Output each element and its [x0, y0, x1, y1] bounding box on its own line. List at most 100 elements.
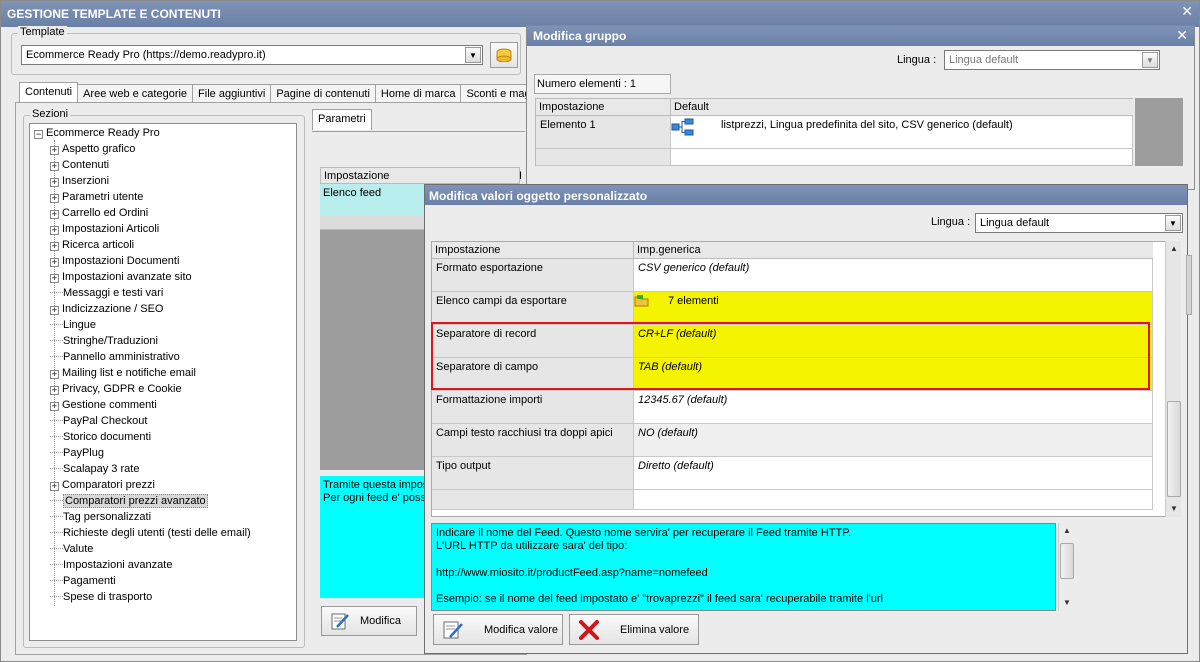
hierarchy-icon: [671, 118, 694, 136]
tree-item[interactable]: + Impostazioni Documenti: [50, 255, 179, 271]
custom-lingua-select[interactable]: Lingua default ▼: [975, 213, 1183, 233]
custom-grid-scrollbar[interactable]: ▲ ▼: [1165, 241, 1181, 517]
tree-item[interactable]: Spese di trasporto: [50, 591, 152, 607]
tree-item[interactable]: Storico documenti: [50, 431, 151, 447]
tree-item[interactable]: + Inserzioni: [50, 175, 109, 191]
expand-icon[interactable]: +: [50, 226, 59, 235]
modifica-button[interactable]: Modifica: [321, 606, 417, 636]
tree-item[interactable]: + Gestione commenti: [50, 399, 157, 415]
chevron-down-icon[interactable]: ▼: [1142, 52, 1158, 68]
tree-item[interactable]: PayPlug: [50, 447, 104, 463]
desc-scrollbar[interactable]: ▲ ▼: [1058, 523, 1074, 611]
property-value[interactable]: 12345.67 (default): [634, 391, 1153, 424]
template-select[interactable]: Ecommerce Ready Pro (https://demo.readyp…: [21, 45, 483, 65]
tree-item[interactable]: + Carrello ed Ordini: [50, 207, 148, 223]
modifica-valore-button[interactable]: Modifica valore: [433, 614, 563, 645]
group-title-bar: Modifica gruppo ✕: [527, 26, 1194, 46]
expand-icon[interactable]: +: [50, 178, 59, 187]
expand-icon[interactable]: +: [50, 242, 59, 251]
main-title-bar: GESTIONE TEMPLATE E CONTENUTI ✕: [1, 1, 1199, 27]
tree-item[interactable]: Scalapay 3 rate: [50, 463, 139, 479]
tree-item[interactable]: Messaggi e testi vari: [50, 287, 163, 303]
expand-icon[interactable]: +: [50, 146, 59, 155]
tab-file-aggiuntivi[interactable]: File aggiuntivi: [192, 84, 272, 103]
collapse-icon[interactable]: −: [34, 130, 43, 139]
expand-icon[interactable]: +: [50, 210, 59, 219]
tree-item-label: Comparatori prezzi: [62, 479, 155, 491]
tree-item[interactable]: Richieste degli utenti (testi delle emai…: [50, 527, 251, 543]
tree-item-label: Privacy, GDPR e Cookie: [62, 383, 182, 395]
property-name[interactable]: Campi testo racchiusi tra doppi apici: [432, 424, 634, 457]
tree-item-label: Richieste degli utenti (testi delle emai…: [63, 527, 251, 539]
tree-item[interactable]: + Indicizzazione / SEO: [50, 303, 164, 319]
tree-item[interactable]: Lingue: [50, 319, 96, 335]
custom-title-bar: Modifica valori oggetto personalizzato: [425, 185, 1187, 205]
expand-icon[interactable]: +: [50, 194, 59, 203]
scroll-up-icon[interactable]: ▲: [1166, 241, 1182, 257]
tree-item[interactable]: Stringhe/Traduzioni: [50, 335, 158, 351]
property-name[interactable]: Formattazione importi: [432, 391, 634, 424]
database-button[interactable]: [490, 42, 518, 68]
property-value[interactable]: NO (default): [634, 424, 1153, 457]
tree-connector: [50, 340, 63, 341]
group-title: Modifica gruppo: [533, 29, 627, 43]
tree-item[interactable]: + Ricerca articoli: [50, 239, 134, 255]
modifica-label: Modifica: [360, 615, 401, 627]
tree-item[interactable]: PayPal Checkout: [50, 415, 147, 431]
tree-root[interactable]: − Ecommerce Ready Pro: [34, 127, 160, 143]
chevron-down-icon[interactable]: ▼: [1165, 215, 1181, 231]
scroll-thumb[interactable]: [1060, 543, 1074, 579]
tree-connector: [50, 532, 63, 533]
tree-item[interactable]: Comparatori prezzi avanzato: [50, 494, 208, 511]
tree-item[interactable]: + Privacy, GDPR e Cookie: [50, 383, 182, 399]
tree-item[interactable]: Pannello amministrativo: [50, 351, 180, 367]
tree-root-label: Ecommerce Ready Pro: [46, 127, 160, 139]
edit-icon: [331, 613, 349, 630]
tree-item[interactable]: + Impostazioni Articoli: [50, 223, 159, 239]
expand-icon[interactable]: +: [50, 162, 59, 171]
tree-item[interactable]: + Contenuti: [50, 159, 109, 175]
scroll-down-icon[interactable]: ▼: [1166, 501, 1182, 517]
tab-aree-web[interactable]: Aree web e categorie: [77, 84, 194, 103]
tree-item[interactable]: Valute: [50, 543, 93, 559]
tree-item[interactable]: Pagamenti: [50, 575, 116, 591]
close-icon[interactable]: ✕: [1181, 3, 1193, 20]
scroll-up-icon[interactable]: ▲: [1059, 523, 1075, 539]
expand-icon[interactable]: +: [50, 306, 59, 315]
template-label: Template: [18, 26, 67, 38]
tab-parametri[interactable]: Parametri: [312, 109, 372, 130]
chevron-down-icon[interactable]: ▼: [465, 47, 481, 63]
tree-connector: [50, 516, 63, 517]
group-grid: Impostazione Default Elemento 1 listprez…: [535, 98, 1133, 166]
desc-line: Indicare il nome del Feed. Questo nome s…: [436, 527, 852, 539]
expand-icon[interactable]: +: [50, 258, 59, 267]
expand-icon[interactable]: +: [50, 274, 59, 283]
tab-contenuti[interactable]: Contenuti: [19, 82, 79, 103]
elimina-valore-button[interactable]: Elimina valore: [569, 614, 699, 645]
tree-item[interactable]: + Parametri utente: [50, 191, 143, 207]
property-value[interactable]: 7 elementi: [634, 292, 1153, 325]
tree-item[interactable]: + Aspetto grafico: [50, 143, 135, 159]
group-row-name[interactable]: Elemento 1: [536, 116, 671, 149]
tab-pagine-contenuti[interactable]: Pagine di contenuti: [270, 84, 376, 103]
property-value[interactable]: Diretto (default): [634, 457, 1153, 490]
scroll-thumb[interactable]: [1167, 401, 1181, 497]
tree-item[interactable]: + Mailing list e notifiche email: [50, 367, 196, 383]
group-lingua-select[interactable]: Lingua default ▼: [944, 50, 1160, 70]
tab-home-marca[interactable]: Home di marca: [374, 84, 462, 103]
scroll-down-icon[interactable]: ▼: [1059, 595, 1075, 611]
expand-icon[interactable]: +: [50, 402, 59, 411]
expand-icon[interactable]: +: [50, 482, 59, 491]
property-name[interactable]: Formato esportazione: [432, 259, 634, 292]
tree-item[interactable]: Impostazioni avanzate: [50, 559, 172, 575]
tree-item[interactable]: + Comparatori prezzi: [50, 479, 155, 495]
property-name[interactable]: Elenco campi da esportare: [432, 292, 634, 325]
property-name[interactable]: Tipo output: [432, 457, 634, 490]
tree-item[interactable]: Tag personalizzati: [50, 511, 151, 527]
expand-icon[interactable]: +: [50, 386, 59, 395]
property-value[interactable]: CSV generico (default): [634, 259, 1153, 292]
close-icon[interactable]: ✕: [1176, 27, 1188, 44]
expand-icon[interactable]: +: [50, 370, 59, 379]
tree-item[interactable]: + Impostazioni avanzate sito: [50, 271, 192, 287]
group-row-value[interactable]: listprezzi, Lingua predefinita del sito,…: [671, 116, 1133, 149]
